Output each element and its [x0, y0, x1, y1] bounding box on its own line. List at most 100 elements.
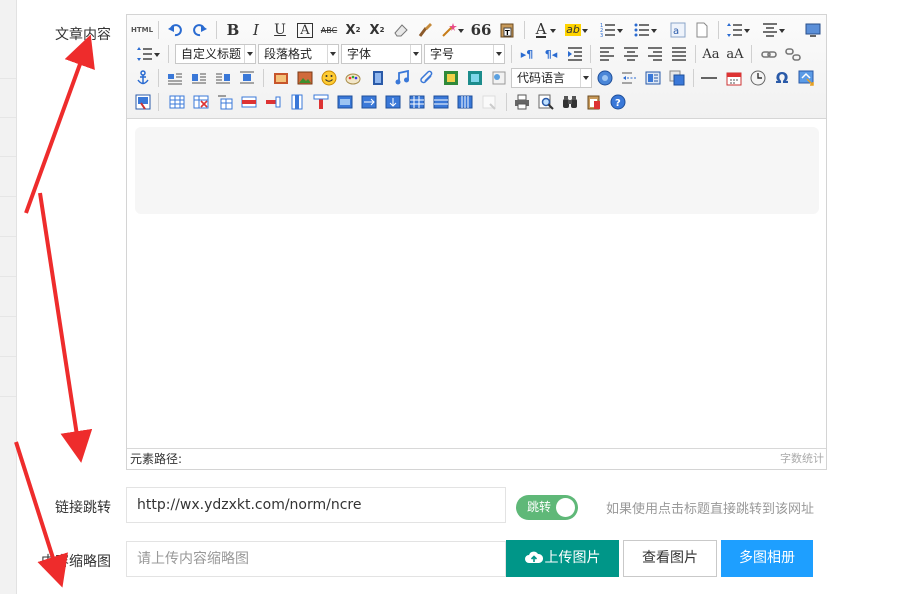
- font-color-button[interactable]: A: [531, 20, 556, 40]
- view-image-button[interactable]: 查看图片: [623, 540, 717, 577]
- web-page-button[interactable]: [489, 68, 509, 88]
- split-to-cols-button[interactable]: [455, 92, 475, 112]
- jump-url-input[interactable]: http://wx.ydzxkt.com/norm/ncre: [126, 487, 506, 523]
- underline-button[interactable]: U: [270, 20, 290, 40]
- image-none-button[interactable]: [165, 68, 185, 88]
- align-justify-button[interactable]: [669, 44, 689, 64]
- insert-paragraph-before-table-button[interactable]: [215, 92, 235, 112]
- code-language-select[interactable]: 代码语言: [511, 68, 592, 88]
- clear-format-button[interactable]: [391, 20, 411, 40]
- delete-col-button[interactable]: [311, 92, 331, 112]
- superscript-button[interactable]: X2: [343, 20, 363, 40]
- upload-image-button[interactable]: 上传图片: [506, 540, 619, 577]
- ordered-list-button[interactable]: 123: [598, 20, 623, 40]
- highlight-color-button[interactable]: ab: [563, 20, 588, 40]
- editor-content-area[interactable]: [135, 127, 819, 214]
- merge-right-button[interactable]: [359, 92, 379, 112]
- insert-image-button[interactable]: [295, 68, 315, 88]
- merge-cells-button[interactable]: [335, 92, 355, 112]
- scrawl-button[interactable]: [343, 68, 363, 88]
- left-gutter: [0, 0, 17, 594]
- print-button[interactable]: [512, 92, 532, 112]
- insert-video-button[interactable]: [368, 68, 388, 88]
- strikethrough-button[interactable]: ABC: [319, 20, 339, 40]
- rtl-button[interactable]: ¶◂: [541, 44, 561, 64]
- image-float-left-icon: [192, 73, 206, 84]
- italic-button[interactable]: I: [246, 20, 266, 40]
- insert-code-button[interactable]: [465, 68, 485, 88]
- image-left-button[interactable]: [189, 68, 209, 88]
- uppercase-button[interactable]: Aa: [701, 44, 721, 64]
- special-char-button[interactable]: Ω: [772, 68, 792, 88]
- auto-typeset-button[interactable]: [439, 20, 464, 40]
- insert-table-button[interactable]: [167, 92, 187, 112]
- delete-row-button[interactable]: [263, 92, 283, 112]
- blockquote-button[interactable]: 66: [471, 20, 492, 40]
- font-size-select[interactable]: 字号: [424, 44, 505, 64]
- lowercase-button[interactable]: aA: [725, 44, 745, 64]
- format-painter-button[interactable]: [415, 20, 435, 40]
- insert-col-button[interactable]: [287, 92, 307, 112]
- anchor-button[interactable]: [133, 68, 153, 88]
- word-image-button[interactable]: [133, 92, 153, 112]
- paragraph-format-select[interactable]: 段落格式: [258, 44, 339, 64]
- insert-email-button[interactable]: a: [668, 20, 688, 40]
- help-button[interactable]: ?: [608, 92, 628, 112]
- delete-table-button[interactable]: [191, 92, 211, 112]
- paragraph-spacing-button[interactable]: [760, 20, 785, 40]
- unlink-button[interactable]: [783, 44, 803, 64]
- split-to-rows-button[interactable]: [431, 92, 451, 112]
- attachment-button[interactable]: [417, 68, 437, 88]
- page-break-insert-button[interactable]: [619, 68, 639, 88]
- horizontal-rule-button[interactable]: [699, 68, 719, 88]
- align-right-icon: [648, 47, 662, 61]
- font-family-select[interactable]: 字体: [341, 44, 422, 64]
- ltr-button[interactable]: ▸¶: [517, 44, 537, 64]
- map-button[interactable]: [796, 68, 816, 88]
- simple-upload-button[interactable]: [271, 68, 291, 88]
- align-left-button[interactable]: [597, 44, 617, 64]
- template-button[interactable]: [643, 68, 663, 88]
- undo-button[interactable]: [165, 20, 185, 40]
- search-replace-binoculars-button[interactable]: [560, 92, 580, 112]
- thumbnail-input[interactable]: 请上传内容缩略图: [126, 541, 506, 577]
- insert-date-button[interactable]: [724, 68, 744, 88]
- merge-right-icon: [361, 95, 377, 109]
- preview-button[interactable]: [536, 92, 556, 112]
- row-spacing-button[interactable]: [135, 44, 160, 64]
- draft-button[interactable]: [584, 92, 604, 112]
- align-center-icon: [624, 47, 638, 61]
- line-height-button[interactable]: [725, 20, 750, 40]
- insert-row-button[interactable]: [239, 92, 259, 112]
- fullscreen-button[interactable]: [803, 20, 823, 40]
- svg-text:3: 3: [600, 33, 603, 38]
- paste-text-button[interactable]: T: [497, 20, 517, 40]
- image-center-button[interactable]: [237, 68, 257, 88]
- custom-title-select[interactable]: 自定义标题: [175, 44, 256, 64]
- chart-button[interactable]: [479, 92, 499, 112]
- unordered-list-button[interactable]: [632, 20, 657, 40]
- background-button[interactable]: [667, 68, 687, 88]
- indent-button[interactable]: [565, 44, 585, 64]
- search-replace-button[interactable]: [595, 68, 615, 88]
- subscript-button[interactable]: X2: [367, 20, 387, 40]
- multi-image-album-button[interactable]: 多图相册: [721, 540, 813, 577]
- insert-time-button[interactable]: [748, 68, 768, 88]
- emotion-button[interactable]: [319, 68, 339, 88]
- music-button[interactable]: [392, 68, 412, 88]
- arrow-to-jump-link: [38, 192, 93, 463]
- merge-down-button[interactable]: [383, 92, 403, 112]
- arrow-to-article-content: [24, 34, 95, 214]
- align-right-button[interactable]: [645, 44, 665, 64]
- jump-toggle-switch[interactable]: 跳转: [516, 495, 578, 520]
- font-border-button[interactable]: A: [295, 20, 315, 40]
- split-to-cells-button[interactable]: [407, 92, 427, 112]
- insert-frame-button[interactable]: [441, 68, 461, 88]
- insert-link-button[interactable]: [759, 44, 779, 64]
- html-source-button[interactable]: HTML: [131, 20, 153, 40]
- redo-button[interactable]: [190, 20, 210, 40]
- align-center-button[interactable]: [621, 44, 641, 64]
- bold-button[interactable]: B: [223, 20, 243, 40]
- image-right-button[interactable]: [213, 68, 233, 88]
- page-break-button[interactable]: [692, 20, 712, 40]
